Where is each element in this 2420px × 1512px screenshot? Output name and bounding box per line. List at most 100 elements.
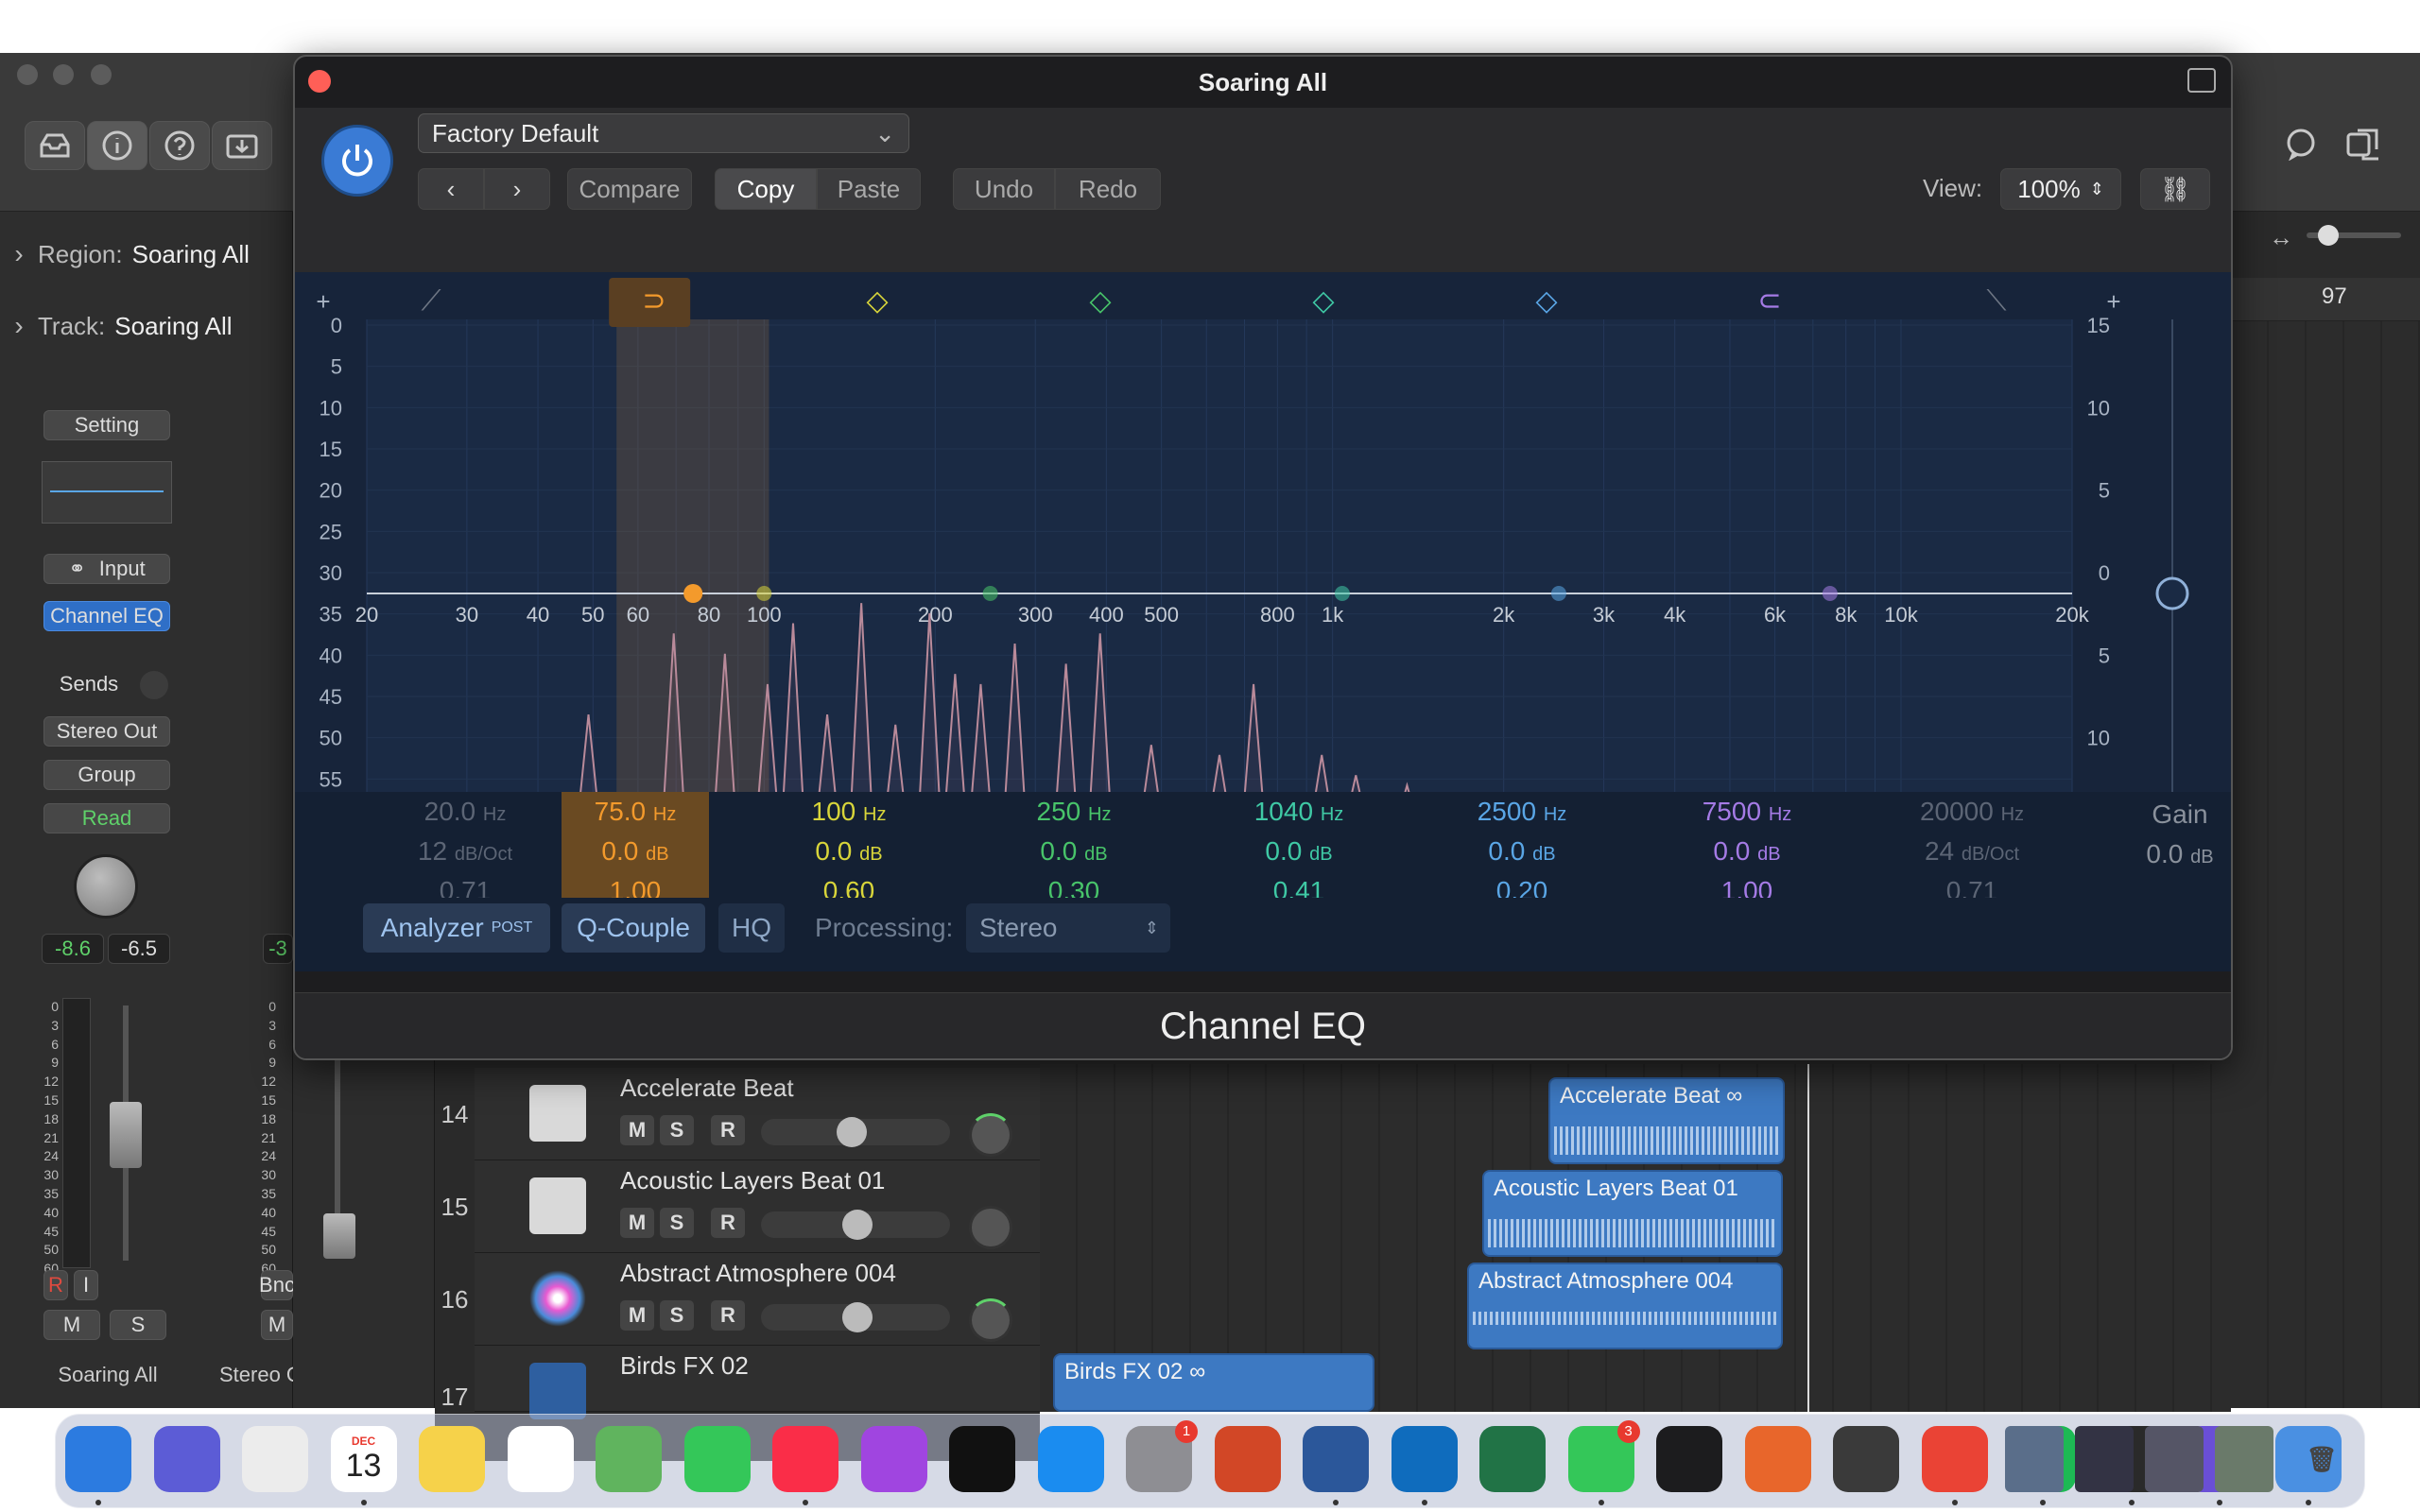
analyzer-button[interactable]: Analyzer POST bbox=[363, 903, 550, 953]
playhead[interactable] bbox=[1807, 1064, 1809, 1412]
record-enable-button[interactable]: R bbox=[43, 1270, 68, 1300]
input-button[interactable]: ⚭ Input bbox=[43, 554, 170, 584]
minimize-dot[interactable] bbox=[53, 64, 74, 85]
matlab-icon[interactable] bbox=[1744, 1426, 1811, 1492]
band-gain[interactable]: 0.0 dB bbox=[1446, 832, 1598, 871]
track-record-button[interactable]: R bbox=[711, 1208, 745, 1238]
audio-region[interactable]: Acoustic Layers Beat 01 bbox=[1482, 1170, 1783, 1257]
output-button[interactable]: Stereo Out bbox=[43, 716, 170, 747]
track-mute-button[interactable]: M bbox=[620, 1208, 654, 1238]
library-button[interactable] bbox=[25, 121, 85, 170]
podcasts-icon[interactable] bbox=[860, 1426, 927, 1492]
zoom-dot[interactable] bbox=[91, 64, 112, 85]
setting-button[interactable]: Setting bbox=[43, 410, 170, 440]
band-4-node[interactable] bbox=[982, 586, 998, 601]
notes-icon[interactable] bbox=[419, 1426, 485, 1492]
band-4-params[interactable]: 250 Hz 0.0 dB 0.30 bbox=[998, 792, 1150, 911]
track-row[interactable]: 16 Abstract Atmosphere 004 M S R bbox=[435, 1253, 1040, 1346]
volume-knob[interactable] bbox=[837, 1117, 867, 1147]
bar-ruler[interactable]: 97 bbox=[2231, 278, 2420, 321]
band-5-node[interactable] bbox=[1334, 586, 1350, 601]
tv-icon[interactable] bbox=[949, 1426, 1015, 1492]
maps-icon[interactable] bbox=[596, 1426, 662, 1492]
copy-button[interactable]: Copy bbox=[715, 168, 817, 210]
volume-knob[interactable] bbox=[842, 1302, 873, 1332]
band-6-toggle-icon[interactable]: ◇ bbox=[1535, 284, 1557, 318]
system-settings-icon[interactable]: 1 bbox=[1126, 1420, 1198, 1492]
band-5-params[interactable]: 1040 Hz 0.0 dB 0.41 bbox=[1223, 792, 1374, 911]
solo-button[interactable]: S bbox=[110, 1310, 166, 1340]
band-gain[interactable]: 0.0 dB bbox=[1223, 832, 1374, 871]
track-pan-knob[interactable] bbox=[969, 1206, 1012, 1249]
eq-thumbnail[interactable] bbox=[42, 461, 172, 524]
finder-icon[interactable] bbox=[65, 1426, 131, 1492]
track-mute-button[interactable]: M bbox=[620, 1300, 654, 1331]
zoom-slider[interactable] bbox=[2307, 225, 2401, 246]
volume-fader-2[interactable] bbox=[323, 1213, 355, 1259]
calendar-icon[interactable]: DEC 13 bbox=[330, 1426, 397, 1492]
volume-fader[interactable] bbox=[110, 1102, 142, 1168]
compare-button[interactable]: Compare bbox=[567, 168, 692, 210]
track-name[interactable]: Abstract Atmosphere 004 bbox=[620, 1259, 896, 1288]
band-7-toggle-icon[interactable]: ⊂ bbox=[1757, 284, 1781, 318]
track-name[interactable]: Acoustic Layers Beat 01 bbox=[620, 1166, 885, 1195]
zoom-slider-knob[interactable] bbox=[2318, 225, 2339, 246]
mute-button[interactable]: M bbox=[43, 1310, 100, 1340]
audio-region[interactable]: Abstract Atmosphere 004 bbox=[1467, 1263, 1783, 1349]
eq-graph[interactable]: 05101520253035404550556015105051015++203… bbox=[295, 272, 2231, 839]
band-frequency[interactable]: 1040 Hz bbox=[1223, 792, 1374, 832]
pan-knob[interactable] bbox=[74, 854, 138, 919]
track-name[interactable]: Birds FX 02 bbox=[620, 1351, 749, 1381]
mute-button-2[interactable]: M bbox=[261, 1310, 293, 1340]
band-frequency[interactable]: 20.0 Hz bbox=[389, 792, 541, 832]
previous-preset-button[interactable]: ‹ bbox=[418, 168, 484, 210]
band-7-node[interactable] bbox=[1822, 586, 1838, 601]
excel-icon[interactable] bbox=[1479, 1426, 1546, 1492]
audio-region[interactable]: Birds FX 02 ∞ bbox=[1053, 1353, 1374, 1412]
band-8-params[interactable]: 20000 Hz 24 dB/Oct 0.71 bbox=[1896, 792, 2048, 911]
volume-knob[interactable] bbox=[842, 1210, 873, 1240]
zoom-arrows-icon[interactable]: ↔ bbox=[2269, 223, 2293, 252]
band-3-toggle-icon[interactable]: ◇ bbox=[866, 284, 888, 318]
expand-icon[interactable] bbox=[2187, 68, 2216, 93]
siri-icon[interactable] bbox=[153, 1426, 220, 1492]
facetime-icon[interactable] bbox=[683, 1426, 751, 1492]
band-3-node[interactable] bbox=[756, 586, 772, 601]
band-2-toggle-icon[interactable]: ⊃ bbox=[642, 284, 666, 318]
track-volume-slider[interactable] bbox=[761, 1302, 950, 1332]
band-gain[interactable]: 0.0 dB bbox=[1671, 832, 1823, 871]
band-frequency[interactable]: 20000 Hz bbox=[1896, 792, 2048, 832]
band-gain[interactable]: 0.0 dB bbox=[998, 832, 1150, 871]
band-6-node[interactable] bbox=[1550, 586, 1566, 601]
track-solo-button[interactable]: S bbox=[660, 1208, 694, 1238]
word-icon[interactable] bbox=[1303, 1426, 1369, 1492]
trash-icon[interactable]: 🗑 bbox=[2289, 1426, 2355, 1492]
band-6-params[interactable]: 2500 Hz 0.0 dB 0.20 bbox=[1446, 792, 1598, 911]
track-row[interactable]: 17 Birds FX 02 bbox=[435, 1346, 1040, 1419]
next-preset-button[interactable]: › bbox=[484, 168, 550, 210]
band-frequency[interactable]: 75.0 Hz bbox=[562, 792, 709, 832]
band-frequency[interactable]: 100 Hz bbox=[773, 792, 925, 832]
browsers-button[interactable] bbox=[2335, 119, 2392, 168]
reminders-icon[interactable] bbox=[507, 1426, 574, 1492]
send-slot[interactable] bbox=[140, 671, 168, 699]
bounce-button[interactable]: Bnc bbox=[259, 1270, 295, 1300]
hq-button[interactable]: HQ bbox=[718, 903, 785, 953]
band-5-toggle-icon[interactable]: ◇ bbox=[1312, 284, 1334, 318]
track-solo-button[interactable]: S bbox=[660, 1115, 694, 1145]
redo-button[interactable]: Redo bbox=[1055, 168, 1161, 210]
track-pan-knob[interactable] bbox=[969, 1298, 1012, 1342]
band-gain[interactable]: 0.0 dB bbox=[773, 832, 925, 871]
processing-menu[interactable]: Stereo ⇕ bbox=[966, 903, 1170, 953]
band-3-params[interactable]: 100 Hz 0.0 dB 0.60 bbox=[773, 792, 925, 911]
undo-button[interactable]: Undo bbox=[953, 168, 1055, 210]
app-store-icon[interactable] bbox=[1037, 1426, 1104, 1492]
band-frequency[interactable]: 250 Hz bbox=[998, 792, 1150, 832]
band-7-params[interactable]: 7500 Hz 0.0 dB 1.00 bbox=[1671, 792, 1823, 911]
group-button[interactable]: Group bbox=[43, 760, 170, 790]
track-record-button[interactable]: R bbox=[711, 1300, 745, 1331]
region-inspector-header[interactable]: › Region: Soaring All bbox=[0, 221, 293, 287]
link-button[interactable]: ⛓ bbox=[2140, 168, 2210, 210]
track-record-button[interactable]: R bbox=[711, 1115, 745, 1145]
powerpoint-icon[interactable] bbox=[1214, 1426, 1281, 1492]
